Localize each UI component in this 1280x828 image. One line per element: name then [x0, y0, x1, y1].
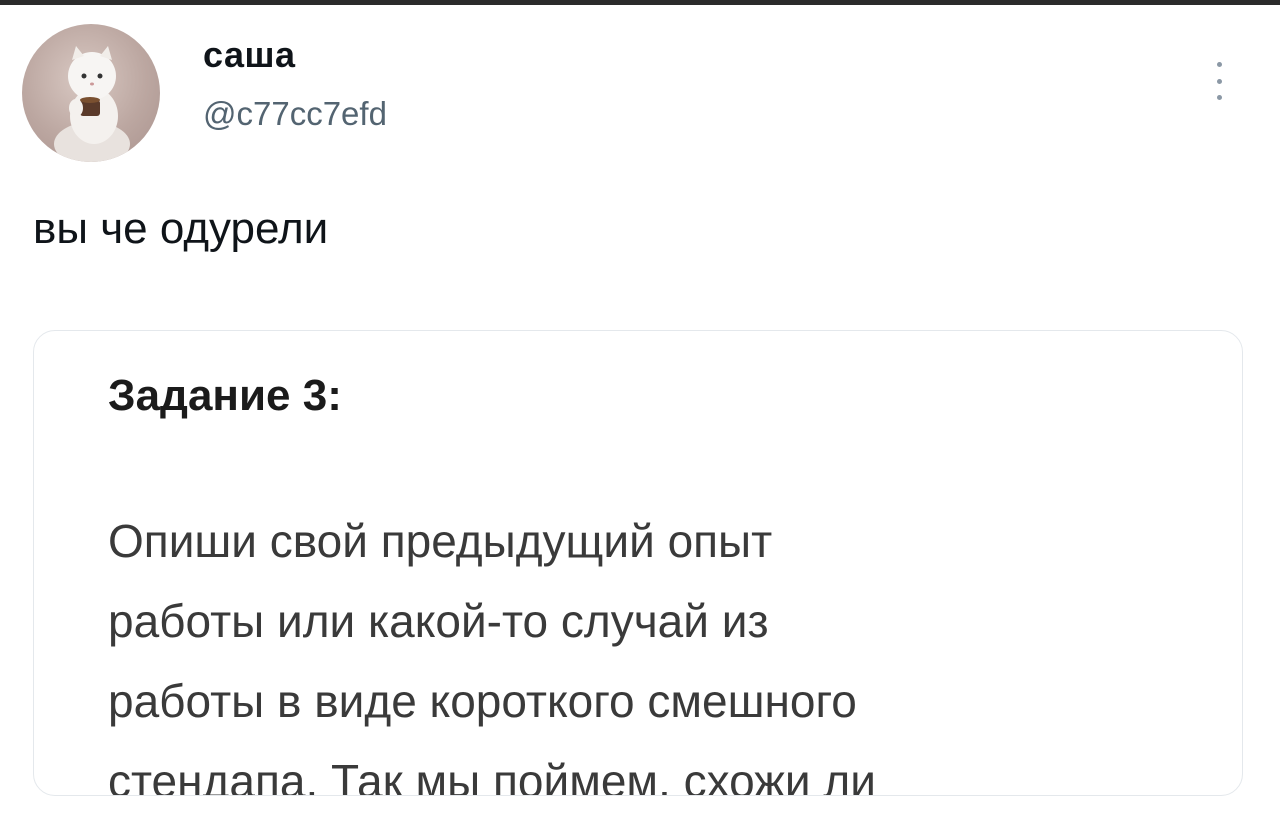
tweet-text: вы че одурели: [33, 204, 329, 253]
task-body-line: работы или какой-то случай из: [108, 595, 769, 647]
more-vertical-icon-dot: [1216, 78, 1222, 84]
task-title: Задание 3:: [108, 371, 342, 420]
task-body-line: Опиши свой предыдущий опыт: [108, 515, 773, 567]
more-options-button[interactable]: [1202, 56, 1236, 106]
tweet-media-image[interactable]: Задание 3: Опиши свой предыдущий опыт ра…: [33, 330, 1243, 796]
task-body-line: работы в виде короткого смешного: [108, 675, 857, 727]
avatar-photo: [54, 46, 130, 162]
task-body: Опиши свой предыдущий опыт работы или ка…: [108, 501, 1188, 796]
author-display-name[interactable]: саша: [203, 34, 296, 76]
more-vertical-icon-dot: [1216, 95, 1222, 100]
author-handle[interactable]: @c77cc7efd: [203, 95, 387, 133]
more-vertical-icon: [1216, 62, 1222, 67]
avatar[interactable]: [22, 24, 160, 162]
task-body-line: стендапа. Так мы поймем, схожи ли: [108, 755, 876, 796]
top-edge-strip: [0, 0, 1280, 5]
